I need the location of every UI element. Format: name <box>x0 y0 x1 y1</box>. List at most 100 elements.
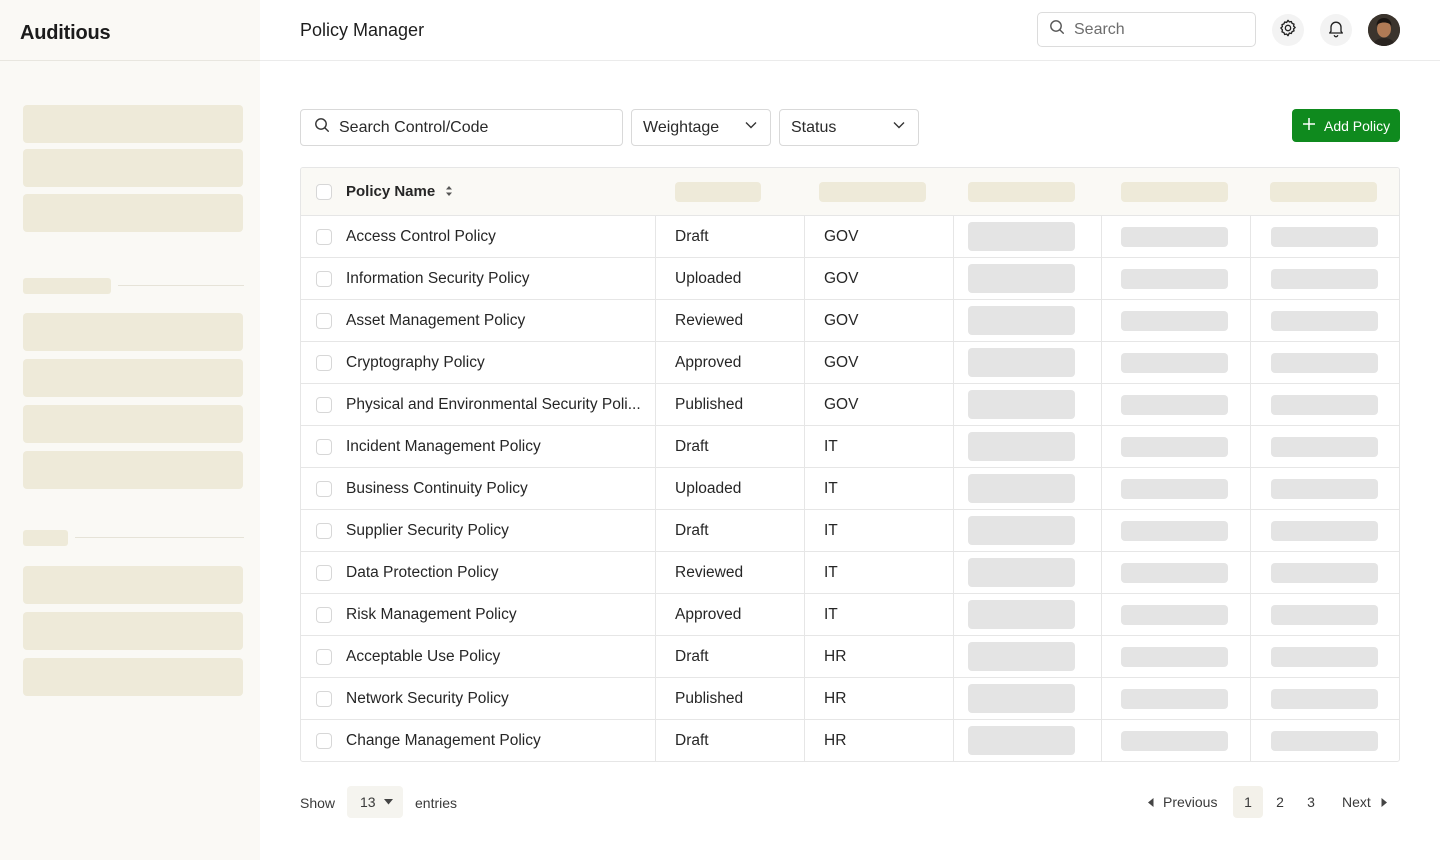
row-checkbox[interactable] <box>316 607 332 623</box>
page-number-1[interactable]: 1 <box>1233 786 1263 818</box>
previous-page-button[interactable]: Previous <box>1148 786 1217 818</box>
table-row[interactable]: Cryptography Policy Approved GOV <box>301 342 1399 384</box>
row-checkbox[interactable] <box>316 439 332 455</box>
category-cell: GOV <box>824 354 859 371</box>
control-search-input[interactable]: Search Control/Code <box>300 109 623 146</box>
status-cell: Draft <box>675 648 709 665</box>
table-row[interactable]: Information Security Policy Uploaded GOV <box>301 258 1399 300</box>
column-header-skeleton <box>1270 182 1377 202</box>
table-row[interactable]: Risk Management Policy Approved IT <box>301 594 1399 636</box>
table-row[interactable]: Incident Management Policy Draft IT <box>301 426 1399 468</box>
status-select[interactable]: Status <box>779 109 919 146</box>
cell-skeleton <box>968 390 1075 419</box>
category-cell: HR <box>824 690 847 707</box>
row-checkbox[interactable] <box>316 271 332 287</box>
category-cell: IT <box>824 438 838 455</box>
status-label: Status <box>791 118 837 136</box>
add-policy-button[interactable]: Add Policy <box>1292 109 1400 142</box>
user-avatar[interactable] <box>1368 14 1400 46</box>
category-cell: GOV <box>824 228 859 245</box>
global-search-input[interactable]: Search <box>1037 12 1256 47</box>
table-row[interactable]: Acceptable Use Policy Draft HR <box>301 636 1399 678</box>
table-row[interactable]: Business Continuity Policy Uploaded IT <box>301 468 1399 510</box>
page-number-2[interactable]: 2 <box>1265 786 1295 818</box>
page-number-3[interactable]: 3 <box>1296 786 1326 818</box>
status-cell: Published <box>675 690 744 707</box>
table-row[interactable]: Asset Management Policy Reviewed GOV <box>301 300 1399 342</box>
settings-button[interactable] <box>1272 14 1304 46</box>
table-row[interactable]: Network Security Policy Published HR <box>301 678 1399 720</box>
status-cell: Approved <box>675 354 742 371</box>
global-search-placeholder: Search <box>1074 20 1125 38</box>
cell-skeleton <box>1271 269 1378 289</box>
cell-skeleton <box>968 516 1075 545</box>
cell-skeleton <box>968 306 1075 335</box>
select-all-checkbox[interactable] <box>316 184 332 200</box>
sort-icon[interactable] <box>445 184 453 201</box>
sidebar-section-label-skeleton <box>23 530 68 546</box>
policy-name-cell[interactable]: Network Security Policy <box>346 690 509 708</box>
table-row[interactable]: Change Management Policy Draft HR <box>301 720 1399 761</box>
weightage-select[interactable]: Weightage <box>631 109 771 146</box>
cell-skeleton <box>1121 395 1228 415</box>
sidebar-section-divider <box>75 537 244 538</box>
row-checkbox[interactable] <box>316 481 332 497</box>
table-row[interactable]: Access Control Policy Draft GOV <box>301 216 1399 258</box>
row-checkbox[interactable] <box>316 523 332 539</box>
row-checkbox[interactable] <box>316 649 332 665</box>
cell-skeleton <box>1271 353 1378 373</box>
policy-name-cell[interactable]: Asset Management Policy <box>346 312 525 330</box>
policy-name-cell[interactable]: Acceptable Use Policy <box>346 648 500 666</box>
table-header: Policy Name <box>301 168 1399 216</box>
category-cell: IT <box>824 480 838 497</box>
category-cell: IT <box>824 564 838 581</box>
policy-name-cell[interactable]: Access Control Policy <box>346 228 496 246</box>
policy-name-cell[interactable]: Business Continuity Policy <box>346 480 528 498</box>
next-page-button[interactable]: Next <box>1342 786 1387 818</box>
policy-name-cell[interactable]: Risk Management Policy <box>346 606 517 624</box>
policy-name-cell[interactable]: Change Management Policy <box>346 732 541 750</box>
row-checkbox[interactable] <box>316 565 332 581</box>
row-checkbox[interactable] <box>316 313 332 329</box>
policy-name-cell[interactable]: Data Protection Policy <box>346 564 499 582</box>
top-header: Policy Manager Search <box>260 0 1440 61</box>
policy-name-cell[interactable]: Information Security Policy <box>346 270 530 288</box>
bell-icon <box>1326 18 1346 43</box>
entries-per-page-select[interactable]: 13 <box>347 786 403 818</box>
column-header-label: Policy Name <box>346 183 436 200</box>
policy-name-cell[interactable]: Physical and Environmental Security Poli… <box>346 396 641 414</box>
sidebar-divider <box>0 60 260 61</box>
policy-name-cell[interactable]: Incident Management Policy <box>346 438 541 456</box>
cell-skeleton <box>968 222 1075 251</box>
control-search-placeholder: Search Control/Code <box>339 118 489 136</box>
column-header-skeleton <box>819 182 926 202</box>
status-cell: Reviewed <box>675 564 744 581</box>
row-checkbox[interactable] <box>316 397 332 413</box>
row-checkbox[interactable] <box>316 355 332 371</box>
column-divider <box>804 216 805 761</box>
column-header-policy-name[interactable]: Policy Name <box>346 183 453 201</box>
sidebar-section-divider <box>118 285 244 286</box>
cell-skeleton <box>968 684 1075 713</box>
row-checkbox[interactable] <box>316 229 332 245</box>
cell-skeleton <box>968 474 1075 503</box>
chevron-down-icon <box>892 118 906 137</box>
caret-down-icon <box>383 799 393 805</box>
policy-name-cell[interactable]: Supplier Security Policy <box>346 522 509 540</box>
search-icon <box>314 117 330 138</box>
category-cell: GOV <box>824 396 859 413</box>
policy-name-cell[interactable]: Cryptography Policy <box>346 354 485 372</box>
row-checkbox[interactable] <box>316 691 332 707</box>
table-row[interactable]: Physical and Environmental Security Poli… <box>301 384 1399 426</box>
cell-skeleton <box>1271 521 1378 541</box>
notifications-button[interactable] <box>1320 14 1352 46</box>
status-cell: Approved <box>675 606 742 623</box>
cell-skeleton <box>968 642 1075 671</box>
table-row[interactable]: Data Protection Policy Reviewed IT <box>301 552 1399 594</box>
table-row[interactable]: Supplier Security Policy Draft IT <box>301 510 1399 552</box>
cell-skeleton <box>1271 395 1378 415</box>
row-checkbox[interactable] <box>316 733 332 749</box>
cell-skeleton <box>1121 227 1228 247</box>
cell-skeleton <box>1271 563 1378 583</box>
sidebar-item-skeleton <box>23 313 243 351</box>
